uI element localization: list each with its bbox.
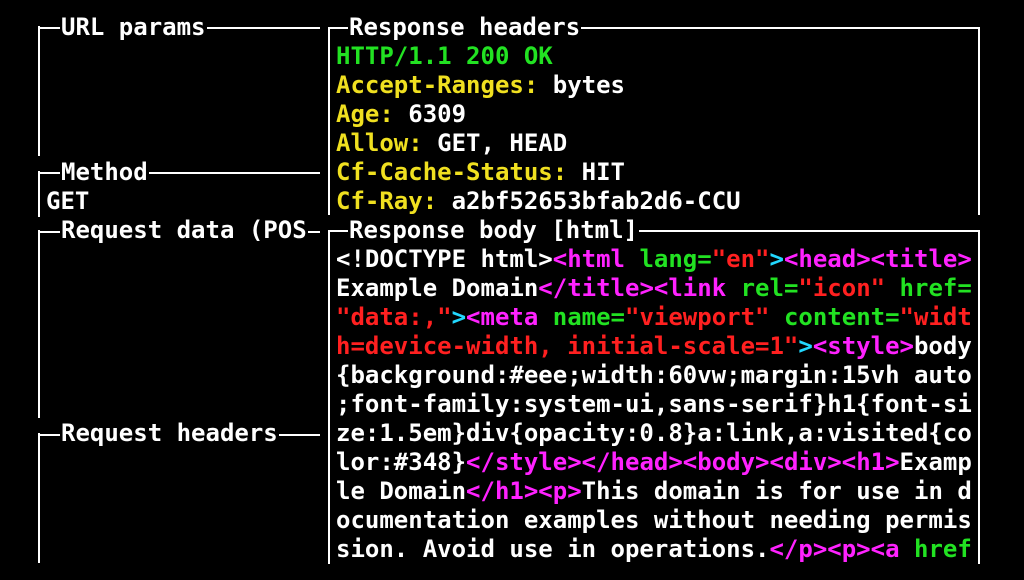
body-line: sion. Avoid use in operations.</p><p><a … bbox=[336, 535, 976, 564]
method-value[interactable]: GET bbox=[46, 187, 89, 216]
header-key: Accept-Ranges: bbox=[336, 71, 539, 99]
code-token: name= bbox=[552, 303, 625, 331]
method-title[interactable]: Method bbox=[60, 158, 149, 187]
response-header-row: Cf-Ray: a2bf52653bfab2d6-CCU bbox=[336, 187, 741, 216]
code-token: rel= bbox=[740, 274, 799, 302]
url-params-title[interactable]: URL params bbox=[60, 13, 207, 42]
response-body-right-border bbox=[978, 230, 980, 564]
code-token: href= bbox=[899, 274, 972, 302]
body-line: ;font-family:system-ui,sans-serif}h1{fon… bbox=[336, 390, 976, 419]
code-token: ze:1.5em}div{opacity:0.8}a:link,a:visite… bbox=[336, 419, 972, 447]
body-line: Example Domain</title><link rel="icon" h… bbox=[336, 274, 976, 303]
url-params-left-border bbox=[38, 26, 40, 156]
code-token: "widt bbox=[899, 303, 972, 331]
code-token: h=device-width, initial-scale=1" bbox=[336, 332, 799, 360]
code-token: > bbox=[798, 332, 813, 360]
code-token: "data:," bbox=[336, 303, 452, 331]
code-token: <body> bbox=[682, 448, 770, 476]
header-key: Cf-Cache-Status: bbox=[336, 158, 568, 186]
code-token: > bbox=[769, 245, 784, 273]
header-key: Cf-Ray: bbox=[336, 187, 438, 215]
header-value: a2bf52653bfab2d6-CCU bbox=[437, 187, 741, 215]
code-token: <head> bbox=[783, 245, 871, 273]
code-token: </h1> bbox=[466, 477, 539, 505]
response-body-left-border bbox=[328, 230, 330, 564]
code-token: "viewport" bbox=[625, 303, 784, 331]
body-line: "data:,"><meta name="viewport" content="… bbox=[336, 303, 976, 332]
code-token: ocumentation examples without needing pe… bbox=[336, 506, 972, 534]
response-header-row: Allow: GET, HEAD bbox=[336, 129, 567, 158]
response-header-row: Age: 6309 bbox=[336, 100, 466, 129]
code-token: content= bbox=[783, 303, 900, 331]
code-token: </style> bbox=[466, 448, 582, 476]
response-header-row: Cf-Cache-Status: HIT bbox=[336, 158, 625, 187]
code-token: <link bbox=[653, 274, 741, 302]
code-token: le Domain bbox=[336, 477, 467, 505]
code-token: <p> bbox=[538, 477, 582, 505]
request-headers-title[interactable]: Request headers bbox=[60, 419, 279, 448]
response-header-row: Accept-Ranges: bytes bbox=[336, 71, 625, 100]
body-line: h=device-width, initial-scale=1"><style>… bbox=[336, 332, 976, 361]
code-token: lor:#348} bbox=[336, 448, 467, 476]
code-token: {background:#eee;width:60vw;margin:15vh … bbox=[336, 361, 972, 389]
code-token: </p> bbox=[769, 535, 828, 563]
response-headers-left-border bbox=[328, 27, 330, 215]
code-token: </title> bbox=[538, 274, 654, 302]
response-status: HTTP/1.1 200 OK bbox=[336, 42, 553, 70]
body-line: ocumentation examples without needing pe… bbox=[336, 506, 976, 535]
header-value: bytes bbox=[538, 71, 625, 99]
body-line: {background:#eee;width:60vw;margin:15vh … bbox=[336, 361, 976, 390]
response-body-title[interactable]: Response body [html] bbox=[348, 216, 639, 245]
code-token: </head> bbox=[581, 448, 683, 476]
code-token: > bbox=[451, 303, 467, 331]
code-token: href bbox=[914, 535, 972, 563]
header-value: GET, HEAD bbox=[422, 129, 568, 157]
response-headers-right-border bbox=[978, 27, 980, 215]
code-token: <!DOCTYPE html> bbox=[336, 245, 553, 273]
code-token: "icon" bbox=[798, 274, 900, 302]
code-token: sion. Avoid use in operations. bbox=[336, 535, 770, 563]
header-key: Age: bbox=[336, 100, 394, 128]
request-data-left-border bbox=[38, 230, 40, 418]
code-token: lang= bbox=[639, 245, 712, 273]
code-token: <div> bbox=[769, 448, 842, 476]
body-line: <!DOCTYPE html><html lang="en"><head><ti… bbox=[336, 245, 976, 274]
code-token: "en" bbox=[711, 245, 770, 273]
code-token: <a bbox=[870, 535, 914, 563]
code-token: <h1> bbox=[841, 448, 900, 476]
code-token: Examp bbox=[899, 448, 972, 476]
body-line: lor:#348}</style></head><body><div><h1>E… bbox=[336, 448, 976, 477]
request-data-title[interactable]: Request data (POS bbox=[60, 216, 308, 245]
header-key: Allow: bbox=[336, 129, 423, 157]
method-left-border bbox=[38, 171, 40, 217]
code-token: <html bbox=[552, 245, 640, 273]
code-token: <style> bbox=[812, 332, 914, 360]
code-token: <p> bbox=[827, 535, 871, 563]
header-value: HIT bbox=[567, 158, 625, 186]
code-token: Example Domain bbox=[336, 274, 539, 302]
response-headers-title[interactable]: Response headers bbox=[348, 13, 582, 42]
code-token: <title> bbox=[870, 245, 972, 273]
code-token: <meta bbox=[466, 303, 553, 331]
body-line: le Domain</h1><p>This domain is for use … bbox=[336, 477, 976, 506]
request-headers-left-border bbox=[38, 433, 40, 563]
header-value: 6309 bbox=[393, 100, 467, 128]
code-token: This domain is for use in d bbox=[581, 477, 972, 505]
code-token: ;font-family:system-ui,sans-serif}h1{fon… bbox=[336, 390, 972, 418]
code-token: body bbox=[913, 332, 972, 360]
body-line: ze:1.5em}div{opacity:0.8}a:link,a:visite… bbox=[336, 419, 976, 448]
